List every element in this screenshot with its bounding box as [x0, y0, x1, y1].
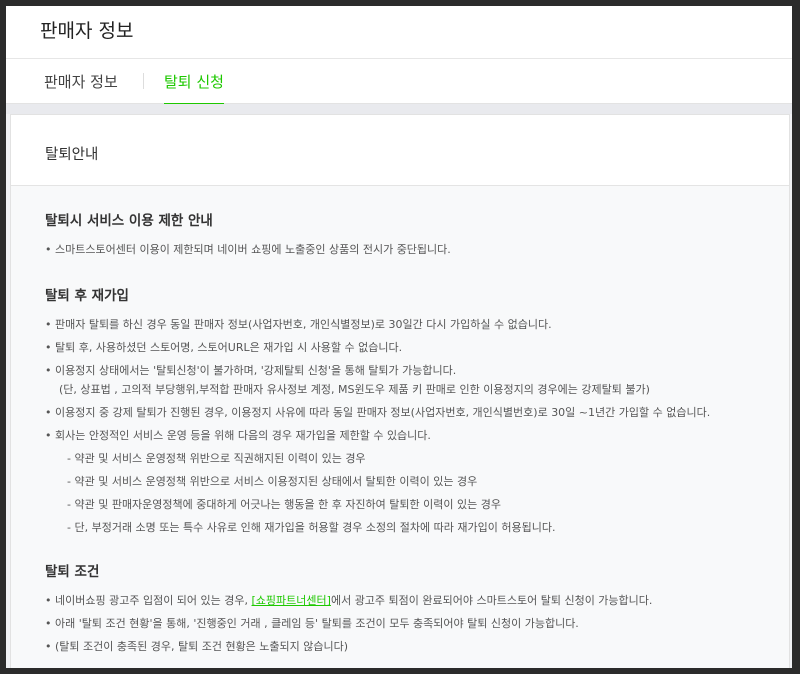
- section-title-rejoin: 탈퇴 후 재가입: [45, 288, 129, 304]
- list-item: • 탈퇴 후, 사용하셨던 스토어명, 스토어URL은 재가입 시 사용할 수 없…: [45, 341, 403, 354]
- list-item: • 아래 '탈퇴 조건 현황'을 통해, '진행중인 거래 , 클레임 등' 탈퇴…: [45, 617, 579, 630]
- app-frame: 판매자 정보 판매자 정보 탈퇴 신청 탈퇴안내 탈퇴시 서비스 이용 제한 안…: [6, 6, 792, 668]
- list-item: • 판매자 탈퇴를 하신 경우 동일 판매자 정보(사업자번호, 개인식별정보)로…: [45, 318, 552, 331]
- tab-bar: 판매자 정보 탈퇴 신청: [6, 59, 792, 105]
- list-item: • 회사는 안정적인 서비스 운영 등을 위해 다음의 경우 재가입을 제한할 수…: [45, 429, 431, 442]
- list-item: • 이용정지 중 강제 탈퇴가 진행된 경우, 이용정지 사유에 따라 동일 판매…: [45, 406, 711, 419]
- page-title: 판매자 정보: [40, 20, 134, 42]
- list-item-note: (단, 상표법 , 고의적 부당행위,부적합 판매자 유사정보 계정, MS윈도…: [59, 383, 650, 396]
- card-body: 탈퇴시 서비스 이용 제한 안내 • 스마트스토어센터 이용이 제한되며 네이버 …: [11, 186, 789, 668]
- sub-list-item: - 단, 부정거래 소명 또는 특수 사유로 인해 재가입을 허용할 경우 소정…: [67, 521, 556, 534]
- section-title-conditions: 탈퇴 조건: [45, 564, 100, 580]
- list-item: • (탈퇴 조건이 충족된 경우, 탈퇴 조건 현황은 노출되지 않습니다): [45, 640, 349, 653]
- list-item: • 이용정지 상태에서는 '탈퇴신청'이 불가하며, '강제탈퇴 신청'을 통해 …: [45, 364, 457, 377]
- tab-seller-info[interactable]: 판매자 정보: [44, 71, 118, 103]
- tab-withdrawal-request[interactable]: 탈퇴 신청: [164, 71, 224, 105]
- sub-list-item: - 약관 및 판매자운영정책에 중대하게 어긋나는 행동을 한 후 자진하여 탈…: [67, 498, 501, 511]
- page-header: 판매자 정보: [6, 6, 792, 59]
- sub-list-item: - 약관 및 서비스 운영정책 위반으로 직권해지된 이력이 있는 경우: [67, 452, 366, 465]
- section-gap: [6, 104, 792, 114]
- list-item: • 스마트스토어센터 이용이 제한되며 네이버 쇼핑에 노출중인 상품의 전시가 …: [45, 243, 451, 256]
- sub-list-item: - 약관 및 서비스 운영정책 위반으로 서비스 이용정지된 상태에서 탈퇴한 …: [67, 475, 478, 488]
- tab-divider: [143, 73, 144, 89]
- section-title-restriction: 탈퇴시 서비스 이용 제한 안내: [45, 213, 213, 229]
- card-header: 탈퇴안내: [11, 115, 789, 186]
- card-title: 탈퇴안내: [45, 147, 99, 163]
- list-item: • 네이버쇼핑 광고주 입점이 되어 있는 경우, [쇼핑파트너센터]에서 광고주…: [45, 594, 653, 607]
- withdrawal-guide-card: 탈퇴안내 탈퇴시 서비스 이용 제한 안내 • 스마트스토어센터 이용이 제한되며…: [10, 114, 790, 668]
- shopping-partner-center-link[interactable]: [쇼핑파트너센터]: [252, 594, 331, 607]
